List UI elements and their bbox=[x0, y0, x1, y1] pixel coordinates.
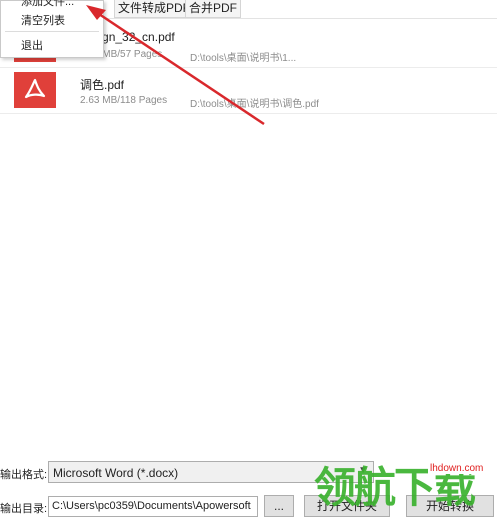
menu-item-exit[interactable]: 退出 bbox=[21, 37, 43, 53]
list-item[interactable]: 调色.pdf 2.63 MB/118 Pages D:\tools\桌面\说明书… bbox=[0, 68, 497, 114]
menu-item-clear-list[interactable]: 清空列表 bbox=[21, 12, 65, 28]
open-folder-button[interactable]: 打开文件夹 bbox=[304, 495, 390, 517]
menu-separator bbox=[5, 31, 99, 32]
output-dir-input[interactable]: C:\Users\pc0359\Documents\Apowersoft bbox=[48, 496, 258, 517]
chevron-down-icon: ▼ bbox=[358, 465, 368, 476]
format-value: Microsoft Word (*.docx) bbox=[53, 466, 179, 480]
file-name: 调色.pdf bbox=[80, 78, 125, 92]
file-path: D:\tools\桌面\说明书\调色.pdf bbox=[190, 99, 319, 110]
file-list: design_32_cn.pdf 4.65 MB/57 Pages D:\too… bbox=[0, 18, 497, 449]
browse-button[interactable]: ... bbox=[264, 495, 294, 517]
format-label: 输出格式: bbox=[0, 469, 48, 481]
acrobat-icon bbox=[24, 78, 46, 99]
output-dir-value: C:\Users\pc0359\Documents\Apowersoft bbox=[52, 500, 251, 512]
output-settings: 输出格式: Microsoft Word (*.docx) ▼ 输出目录: C:… bbox=[0, 452, 497, 517]
tab-file-to-pdf[interactable]: 文件转成PDF bbox=[114, 0, 195, 18]
output-dir-label: 输出目录: bbox=[0, 503, 48, 515]
menu-item-add-files[interactable]: 添加文件... bbox=[21, 0, 74, 9]
format-select[interactable]: Microsoft Word (*.docx) ▼ bbox=[48, 461, 374, 483]
file-path: D:\tools\桌面\说明书\1... bbox=[190, 53, 297, 64]
tab-merge-pdf[interactable]: 合并PDF bbox=[185, 0, 242, 18]
start-convert-button[interactable]: 开始转换 bbox=[406, 495, 494, 517]
context-menu: 添加文件... 清空列表 退出 bbox=[0, 0, 104, 58]
pdf-icon bbox=[14, 72, 56, 108]
file-meta: 2.63 MB/118 Pages bbox=[80, 95, 168, 106]
